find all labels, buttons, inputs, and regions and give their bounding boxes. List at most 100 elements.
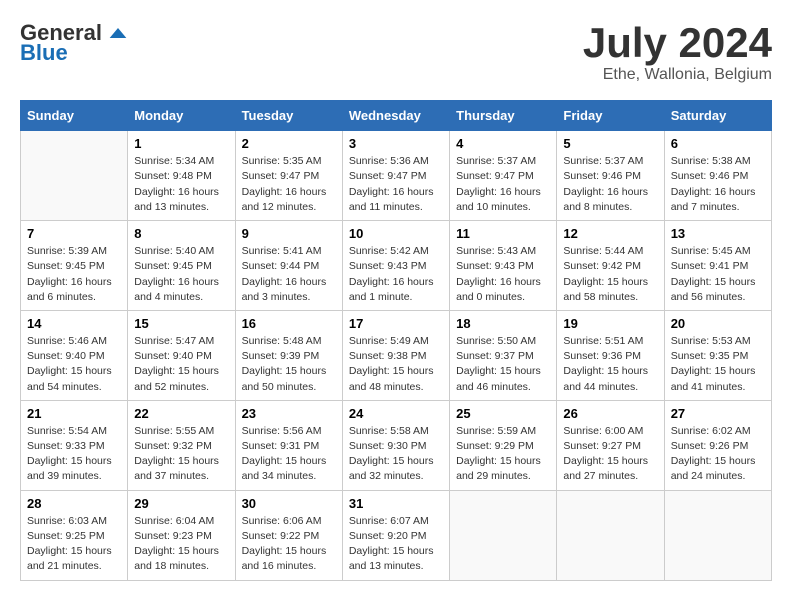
col-header-thursday: Thursday — [450, 101, 557, 131]
logo: General Blue — [20, 20, 128, 66]
day-cell: 26 Sunrise: 6:00 AMSunset: 9:27 PMDaylig… — [557, 400, 664, 490]
day-cell: 31 Sunrise: 6:07 AMSunset: 9:20 PMDaylig… — [342, 490, 449, 580]
day-number: 1 — [134, 136, 228, 151]
day-number: 6 — [671, 136, 765, 151]
day-number: 27 — [671, 406, 765, 421]
day-info: Sunrise: 6:00 AMSunset: 9:27 PMDaylight:… — [563, 425, 648, 483]
day-cell: 25 Sunrise: 5:59 AMSunset: 9:29 PMDaylig… — [450, 400, 557, 490]
day-info: Sunrise: 5:55 AMSunset: 9:32 PMDaylight:… — [134, 425, 219, 483]
day-cell: 5 Sunrise: 5:37 AMSunset: 9:46 PMDayligh… — [557, 131, 664, 221]
day-info: Sunrise: 5:48 AMSunset: 9:39 PMDaylight:… — [242, 335, 327, 393]
day-number: 2 — [242, 136, 336, 151]
location-title: Ethe, Wallonia, Belgium — [583, 66, 772, 84]
day-cell: 27 Sunrise: 6:02 AMSunset: 9:26 PMDaylig… — [664, 400, 771, 490]
day-cell: 19 Sunrise: 5:51 AMSunset: 9:36 PMDaylig… — [557, 310, 664, 400]
day-cell: 30 Sunrise: 6:06 AMSunset: 9:22 PMDaylig… — [235, 490, 342, 580]
day-number: 29 — [134, 496, 228, 511]
day-cell: 15 Sunrise: 5:47 AMSunset: 9:40 PMDaylig… — [128, 310, 235, 400]
day-cell: 13 Sunrise: 5:45 AMSunset: 9:41 PMDaylig… — [664, 221, 771, 311]
col-header-monday: Monday — [128, 101, 235, 131]
day-info: Sunrise: 5:35 AMSunset: 9:47 PMDaylight:… — [242, 155, 327, 213]
day-info: Sunrise: 5:42 AMSunset: 9:43 PMDaylight:… — [349, 245, 434, 303]
day-info: Sunrise: 5:56 AMSunset: 9:31 PMDaylight:… — [242, 425, 327, 483]
day-number: 15 — [134, 316, 228, 331]
day-number: 14 — [27, 316, 121, 331]
day-info: Sunrise: 5:38 AMSunset: 9:46 PMDaylight:… — [671, 155, 756, 213]
day-cell: 14 Sunrise: 5:46 AMSunset: 9:40 PMDaylig… — [21, 310, 128, 400]
day-cell — [557, 490, 664, 580]
day-number: 4 — [456, 136, 550, 151]
day-cell: 24 Sunrise: 5:58 AMSunset: 9:30 PMDaylig… — [342, 400, 449, 490]
day-cell: 29 Sunrise: 6:04 AMSunset: 9:23 PMDaylig… — [128, 490, 235, 580]
col-header-wednesday: Wednesday — [342, 101, 449, 131]
day-info: Sunrise: 5:37 AMSunset: 9:46 PMDaylight:… — [563, 155, 648, 213]
day-number: 23 — [242, 406, 336, 421]
day-info: Sunrise: 5:59 AMSunset: 9:29 PMDaylight:… — [456, 425, 541, 483]
day-number: 11 — [456, 226, 550, 241]
calendar-table: SundayMondayTuesdayWednesdayThursdayFrid… — [20, 100, 772, 580]
day-info: Sunrise: 5:34 AMSunset: 9:48 PMDaylight:… — [134, 155, 219, 213]
day-number: 5 — [563, 136, 657, 151]
month-title: July 2024 — [583, 20, 772, 66]
day-cell: 2 Sunrise: 5:35 AMSunset: 9:47 PMDayligh… — [235, 131, 342, 221]
day-number: 12 — [563, 226, 657, 241]
page-header: General Blue July 2024 Ethe, Wallonia, B… — [20, 20, 772, 84]
day-info: Sunrise: 5:43 AMSunset: 9:43 PMDaylight:… — [456, 245, 541, 303]
day-number: 7 — [27, 226, 121, 241]
day-info: Sunrise: 6:07 AMSunset: 9:20 PMDaylight:… — [349, 515, 434, 573]
day-cell: 4 Sunrise: 5:37 AMSunset: 9:47 PMDayligh… — [450, 131, 557, 221]
day-cell: 23 Sunrise: 5:56 AMSunset: 9:31 PMDaylig… — [235, 400, 342, 490]
day-number: 17 — [349, 316, 443, 331]
day-cell: 17 Sunrise: 5:49 AMSunset: 9:38 PMDaylig… — [342, 310, 449, 400]
day-cell: 9 Sunrise: 5:41 AMSunset: 9:44 PMDayligh… — [235, 221, 342, 311]
day-info: Sunrise: 5:49 AMSunset: 9:38 PMDaylight:… — [349, 335, 434, 393]
col-header-friday: Friday — [557, 101, 664, 131]
day-cell: 18 Sunrise: 5:50 AMSunset: 9:37 PMDaylig… — [450, 310, 557, 400]
day-info: Sunrise: 6:06 AMSunset: 9:22 PMDaylight:… — [242, 515, 327, 573]
day-info: Sunrise: 5:58 AMSunset: 9:30 PMDaylight:… — [349, 425, 434, 483]
day-info: Sunrise: 6:02 AMSunset: 9:26 PMDaylight:… — [671, 425, 756, 483]
title-block: July 2024 Ethe, Wallonia, Belgium — [583, 20, 772, 84]
day-number: 16 — [242, 316, 336, 331]
day-cell: 3 Sunrise: 5:36 AMSunset: 9:47 PMDayligh… — [342, 131, 449, 221]
day-number: 9 — [242, 226, 336, 241]
day-cell: 11 Sunrise: 5:43 AMSunset: 9:43 PMDaylig… — [450, 221, 557, 311]
week-row-3: 14 Sunrise: 5:46 AMSunset: 9:40 PMDaylig… — [21, 310, 772, 400]
day-number: 18 — [456, 316, 550, 331]
day-cell: 6 Sunrise: 5:38 AMSunset: 9:46 PMDayligh… — [664, 131, 771, 221]
day-info: Sunrise: 6:04 AMSunset: 9:23 PMDaylight:… — [134, 515, 219, 573]
day-number: 25 — [456, 406, 550, 421]
day-info: Sunrise: 5:37 AMSunset: 9:47 PMDaylight:… — [456, 155, 541, 213]
day-cell: 8 Sunrise: 5:40 AMSunset: 9:45 PMDayligh… — [128, 221, 235, 311]
day-number: 26 — [563, 406, 657, 421]
day-info: Sunrise: 5:40 AMSunset: 9:45 PMDaylight:… — [134, 245, 219, 303]
day-number: 22 — [134, 406, 228, 421]
day-cell — [664, 490, 771, 580]
week-row-5: 28 Sunrise: 6:03 AMSunset: 9:25 PMDaylig… — [21, 490, 772, 580]
day-info: Sunrise: 5:41 AMSunset: 9:44 PMDaylight:… — [242, 245, 327, 303]
day-number: 3 — [349, 136, 443, 151]
day-number: 8 — [134, 226, 228, 241]
day-number: 24 — [349, 406, 443, 421]
day-info: Sunrise: 5:53 AMSunset: 9:35 PMDaylight:… — [671, 335, 756, 393]
day-cell — [450, 490, 557, 580]
day-cell: 21 Sunrise: 5:54 AMSunset: 9:33 PMDaylig… — [21, 400, 128, 490]
day-info: Sunrise: 5:39 AMSunset: 9:45 PMDaylight:… — [27, 245, 112, 303]
day-number: 19 — [563, 316, 657, 331]
day-info: Sunrise: 5:50 AMSunset: 9:37 PMDaylight:… — [456, 335, 541, 393]
col-header-sunday: Sunday — [21, 101, 128, 131]
col-header-tuesday: Tuesday — [235, 101, 342, 131]
day-cell: 7 Sunrise: 5:39 AMSunset: 9:45 PMDayligh… — [21, 221, 128, 311]
day-info: Sunrise: 5:44 AMSunset: 9:42 PMDaylight:… — [563, 245, 648, 303]
day-cell: 10 Sunrise: 5:42 AMSunset: 9:43 PMDaylig… — [342, 221, 449, 311]
day-number: 30 — [242, 496, 336, 511]
day-number: 20 — [671, 316, 765, 331]
day-info: Sunrise: 5:47 AMSunset: 9:40 PMDaylight:… — [134, 335, 219, 393]
day-cell: 1 Sunrise: 5:34 AMSunset: 9:48 PMDayligh… — [128, 131, 235, 221]
day-info: Sunrise: 5:45 AMSunset: 9:41 PMDaylight:… — [671, 245, 756, 303]
day-number: 31 — [349, 496, 443, 511]
day-cell: 28 Sunrise: 6:03 AMSunset: 9:25 PMDaylig… — [21, 490, 128, 580]
day-cell: 20 Sunrise: 5:53 AMSunset: 9:35 PMDaylig… — [664, 310, 771, 400]
week-row-1: 1 Sunrise: 5:34 AMSunset: 9:48 PMDayligh… — [21, 131, 772, 221]
day-info: Sunrise: 5:36 AMSunset: 9:47 PMDaylight:… — [349, 155, 434, 213]
